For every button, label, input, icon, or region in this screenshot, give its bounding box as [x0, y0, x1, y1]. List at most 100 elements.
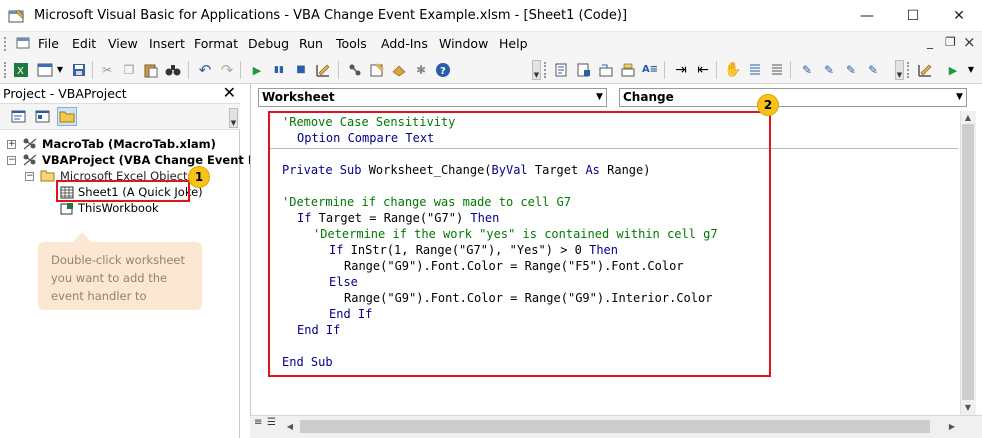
toolbar-separator [716, 61, 717, 79]
previous-bookmark-icon[interactable]: ✎ [842, 61, 860, 79]
properties-window-icon[interactable] [368, 61, 386, 79]
chevron-down-icon[interactable]: ▼ [952, 89, 966, 106]
menu-window[interactable]: Window [439, 36, 488, 51]
collapse-icon[interactable]: − [25, 171, 34, 181]
procedure-dropdown[interactable]: Change ▼ [619, 88, 967, 107]
menu-tools[interactable]: Tools [336, 36, 367, 51]
edit-toolbar-overflow-chevron-icon[interactable]: ▼ [895, 60, 904, 80]
collapse-icon[interactable]: − [7, 155, 16, 165]
menu-debug[interactable]: Debug [248, 36, 289, 51]
debug-run-icon[interactable]: ▶ [944, 61, 962, 79]
toggle-bookmark-icon[interactable]: ✎ [798, 61, 816, 79]
tree-item-label: VBAProject (VBA Change Event Exa [42, 153, 271, 167]
horizontal-scroll-thumb[interactable] [300, 420, 930, 433]
standard-toolbar: X ▼ ✂ ❐ ↶ ↷ ▶ ▮▮ ■ ✱ ? ▼ A≡ ⇥ ⇤ ✋ ✎ ✎ ✎ … [0, 56, 982, 84]
scroll-up-arrow-icon[interactable]: ▲ [960, 111, 976, 124]
debug-toolbar-grip[interactable] [907, 62, 910, 78]
menu-insert[interactable]: Insert [149, 36, 185, 51]
toggle-folders-button[interactable] [57, 107, 77, 126]
chevron-down-icon[interactable]: ▼ [592, 89, 606, 106]
mdi-restore-button[interactable]: ❐ [945, 35, 956, 49]
design-mode-icon[interactable] [314, 61, 332, 79]
list-properties-icon[interactable] [553, 61, 571, 79]
window-title: Microsoft Visual Basic for Applications … [34, 8, 628, 23]
next-bookmark-icon[interactable]: ✎ [820, 61, 838, 79]
title-bar: Microsoft Visual Basic for Applications … [0, 0, 982, 32]
toolbar-separator [92, 61, 93, 79]
chevron-down-icon[interactable]: ▼ [56, 61, 64, 79]
project-pane-close-button[interactable]: ✕ [223, 83, 236, 102]
menu-help[interactable]: Help [499, 36, 528, 51]
menu-run[interactable]: Run [299, 36, 323, 51]
tree-item-label: ThisWorkbook [78, 201, 159, 215]
insert-userform-icon[interactable] [36, 61, 54, 79]
debug-design-mode-icon[interactable] [916, 61, 934, 79]
menu-add-ins[interactable]: Add-Ins [381, 36, 428, 51]
paste-icon[interactable] [142, 61, 160, 79]
object-dropdown[interactable]: Worksheet ▼ [258, 88, 607, 107]
cut-icon[interactable]: ✂ [98, 61, 116, 79]
save-icon[interactable] [70, 61, 88, 79]
uncomment-block-icon[interactable] [768, 61, 786, 79]
workbook-icon [60, 202, 74, 215]
complete-word-icon[interactable]: A≡ [641, 61, 659, 79]
project-pane-title: Project - VBAProject [3, 86, 127, 101]
view-object-icon [35, 110, 49, 123]
reset-icon[interactable]: ■ [292, 61, 310, 79]
scroll-left-arrow-icon[interactable]: ◀ [282, 420, 298, 433]
scroll-right-arrow-icon[interactable]: ▶ [944, 420, 960, 433]
clear-bookmarks-icon[interactable]: ✎ [864, 61, 882, 79]
object-browser-icon[interactable] [390, 61, 408, 79]
maximize-button[interactable]: ☐ [890, 0, 936, 32]
find-icon[interactable] [164, 61, 182, 79]
pane-toolbar-overflow-chevron-icon[interactable]: ▼ [229, 108, 238, 128]
comment-block-icon[interactable] [746, 61, 764, 79]
scroll-down-arrow-icon[interactable]: ▼ [960, 401, 976, 414]
toolbar-grip[interactable] [4, 62, 7, 78]
expand-icon[interactable]: + [7, 139, 16, 149]
procedure-dropdown-value: Change [623, 90, 674, 104]
debug-overflow-chevron-icon[interactable]: ▼ [962, 61, 980, 79]
menu-edit[interactable]: Edit [72, 36, 96, 51]
folder-icon [59, 111, 75, 123]
vertical-scroll-thumb[interactable] [962, 124, 974, 400]
project-explorer-icon[interactable] [346, 61, 364, 79]
edit-toolbar-grip[interactable] [544, 62, 547, 78]
undo-icon[interactable]: ↶ [196, 61, 214, 79]
toolbar-separator [188, 61, 189, 79]
project-pane-header: Project - VBAProject ✕ [0, 83, 240, 104]
vba-app-icon [8, 8, 26, 24]
minimize-button[interactable]: — [844, 0, 890, 32]
view-object-button[interactable] [32, 107, 52, 126]
indent-icon[interactable]: ⇥ [672, 61, 690, 79]
toolbox-icon[interactable]: ✱ [412, 61, 430, 79]
vba-project-icon [22, 137, 38, 151]
view-code-button[interactable] [8, 107, 28, 126]
run-icon[interactable]: ▶ [248, 61, 266, 79]
excel-view-icon[interactable]: X [12, 61, 30, 79]
help-icon[interactable]: ? [434, 61, 452, 79]
outdent-icon[interactable]: ⇤ [694, 61, 712, 79]
break-icon[interactable]: ▮▮ [270, 61, 288, 79]
toolbar-overflow-chevron-icon[interactable]: ▼ [532, 60, 541, 80]
toggle-breakpoint-hand-icon[interactable]: ✋ [724, 61, 742, 79]
menu-file-icon [16, 36, 31, 53]
full-module-view-icon[interactable]: ☰ [267, 417, 279, 431]
parameter-info-icon[interactable] [619, 61, 637, 79]
list-constants-icon[interactable] [575, 61, 593, 79]
tree-item-vbaproject[interactable]: − VBAProject (VBA Change Event Exa [7, 152, 271, 168]
quick-info-icon[interactable] [597, 61, 615, 79]
mdi-minimize-button[interactable]: _ [927, 35, 933, 49]
copy-icon[interactable]: ❐ [120, 61, 138, 79]
procedure-view-icon[interactable]: ≡ [254, 417, 266, 431]
menu-view[interactable]: View [108, 36, 138, 51]
close-button[interactable]: ✕ [936, 0, 982, 32]
mdi-close-button[interactable]: × [963, 33, 976, 51]
tree-item-macrotab[interactable]: + MacroTab (MacroTab.xlam) [7, 136, 216, 152]
menu-format[interactable]: Format [194, 36, 238, 51]
redo-icon[interactable]: ↷ [218, 61, 236, 79]
step-2-badge: 2 [757, 94, 779, 116]
menu-grip[interactable] [4, 37, 7, 51]
menu-file[interactable]: File [38, 36, 59, 51]
tree-item-thisworkbook[interactable]: ThisWorkbook [60, 200, 159, 216]
